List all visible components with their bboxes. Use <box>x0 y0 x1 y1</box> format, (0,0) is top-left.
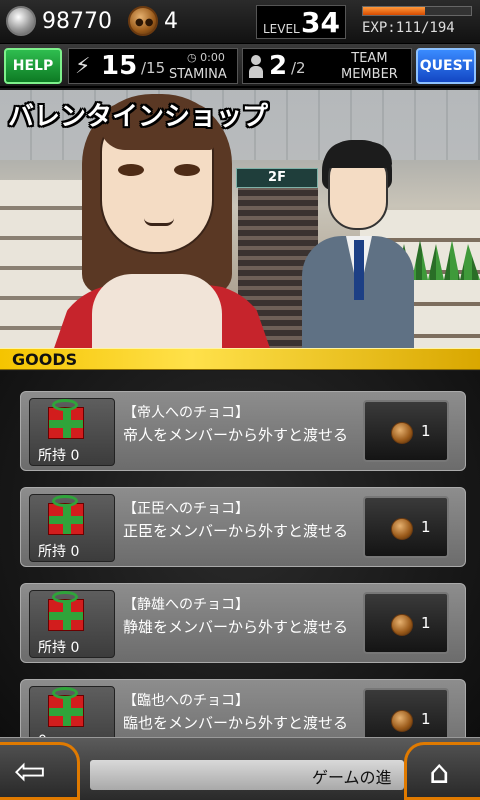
coin-icon <box>391 422 413 444</box>
silver-coin-icon <box>6 6 36 36</box>
item-name: 【静雄へのチョコ】 <box>123 597 249 613</box>
team-label: TEAM MEMBER <box>341 51 398 83</box>
exp-bar-fill <box>363 7 425 15</box>
item-icon-box: 所持 0 <box>29 590 115 658</box>
gift-icon <box>48 503 84 535</box>
exp-text: EXP:111/194 <box>362 20 455 36</box>
item-icon-box: 所持 0 <box>29 398 115 466</box>
goods-header: GOODS <box>0 348 480 370</box>
status-bar: HELP ⚡ 15 /15 ◷ 0:00 STAMINA 2 /2 TEAM ME… <box>0 44 480 88</box>
list-item[interactable]: 0 【臨也へのチョコ】 臨也をメンバーから外すと渡せる 1 <box>20 679 466 737</box>
stamina-timer: ◷ 0:00 <box>187 51 225 64</box>
buy-button[interactable]: 1 <box>363 400 449 462</box>
list-item[interactable]: 所持 0 【正臣へのチョコ】 正臣をメンバーから外すと渡せる 1 <box>20 487 466 567</box>
item-text: 【帝人へのチョコ】 帝人をメンバーから外すと渡せる <box>119 398 359 466</box>
item-price: 1 <box>421 614 431 632</box>
team-max: /2 <box>291 59 306 77</box>
team-box: 2 /2 TEAM MEMBER <box>242 48 412 84</box>
level-number: 34 <box>301 6 340 39</box>
buy-button[interactable]: 1 <box>363 688 449 737</box>
shop-title: バレンタインショップ <box>8 102 269 132</box>
item-desc: 帝人をメンバーから外すと渡せる <box>123 426 349 444</box>
stamina-max: /15 <box>141 59 166 77</box>
item-name: 【帝人へのチョコ】 <box>123 405 249 421</box>
buy-button[interactable]: 1 <box>363 496 449 558</box>
level-box: LEVEL 34 <box>256 5 346 39</box>
coin-icon <box>391 518 413 540</box>
item-desc: 静雄をメンバーから外すと渡せる <box>123 618 349 636</box>
level-label: LEVEL <box>263 22 300 36</box>
help-button[interactable]: HELP <box>4 48 62 84</box>
gift-icon <box>48 407 84 439</box>
team-label-line1: TEAM <box>351 51 388 66</box>
back-button[interactable]: ⇦ <box>0 742 80 800</box>
goods-list: 所持 0 【帝人へのチョコ】 帝人をメンバーから外すと渡せる 1 所持 0 【正… <box>0 371 480 737</box>
stamina-timer-value: 0:00 <box>200 51 225 64</box>
home-icon: ⌂ <box>429 753 450 791</box>
team-current: 2 <box>269 51 288 81</box>
top-bar: 98770 ●● 4 LEVEL 34 EXP:111/194 <box>0 0 480 44</box>
item-text: 【臨也へのチョコ】 臨也をメンバーから外すと渡せる <box>119 686 359 737</box>
item-price: 1 <box>421 518 431 536</box>
man-character <box>300 140 420 348</box>
stamina-box: ⚡ 15 /15 ◷ 0:00 STAMINA <box>68 48 238 84</box>
bottom-bar: ⇦ ゲームの進 ⌂ <box>0 737 480 800</box>
gift-icon <box>48 599 84 631</box>
item-desc: 臨也をメンバーから外すと渡せる <box>123 714 349 732</box>
item-icon-box: 所持 0 <box>29 494 115 562</box>
list-item[interactable]: 所持 0 【帝人へのチョコ】 帝人をメンバーから外すと渡せる 1 <box>20 391 466 471</box>
item-text: 【正臣へのチョコ】 正臣をメンバーから外すと渡せる <box>119 494 359 562</box>
news-ticker: ゲームの進 <box>90 760 404 790</box>
owned-count: 所持 0 <box>38 544 80 560</box>
gift-icon <box>48 695 84 727</box>
item-name: 【臨也へのチョコ】 <box>123 693 249 709</box>
person-icon <box>249 55 263 79</box>
item-text: 【静雄へのチョコ】 静雄をメンバーから外すと渡せる <box>119 590 359 658</box>
item-price: 1 <box>421 710 431 728</box>
stamina-current: 15 <box>101 51 138 81</box>
goods-heading: GOODS <box>12 350 78 369</box>
team-label-line2: MEMBER <box>341 67 398 82</box>
item-desc: 正臣をメンバーから外すと渡せる <box>123 522 349 540</box>
money-count: 98770 <box>42 9 112 34</box>
coin-icon <box>391 710 413 732</box>
item-price: 1 <box>421 422 431 440</box>
item-icon-box: 0 <box>29 686 115 737</box>
bronze-coin-icon: ●● <box>128 6 158 36</box>
owned-count: 所持 0 <box>38 640 80 656</box>
buy-button[interactable]: 1 <box>363 592 449 654</box>
coin-icon <box>391 614 413 636</box>
ticker-text: ゲームの進 <box>312 768 392 787</box>
owned-count: 所持 0 <box>38 448 80 464</box>
list-item[interactable]: 所持 0 【静雄へのチョコ】 静雄をメンバーから外すと渡せる 1 <box>20 583 466 663</box>
quest-button[interactable]: QUEST <box>416 48 476 84</box>
stamina-label: STAMINA <box>169 67 227 82</box>
lightning-icon: ⚡ <box>75 54 91 79</box>
left-arrow-icon: ⇦ <box>14 749 46 793</box>
home-button[interactable]: ⌂ <box>404 742 480 800</box>
item-name: 【正臣へのチョコ】 <box>123 501 249 517</box>
exp-bar <box>362 6 472 16</box>
coin-count: 4 <box>164 9 178 34</box>
